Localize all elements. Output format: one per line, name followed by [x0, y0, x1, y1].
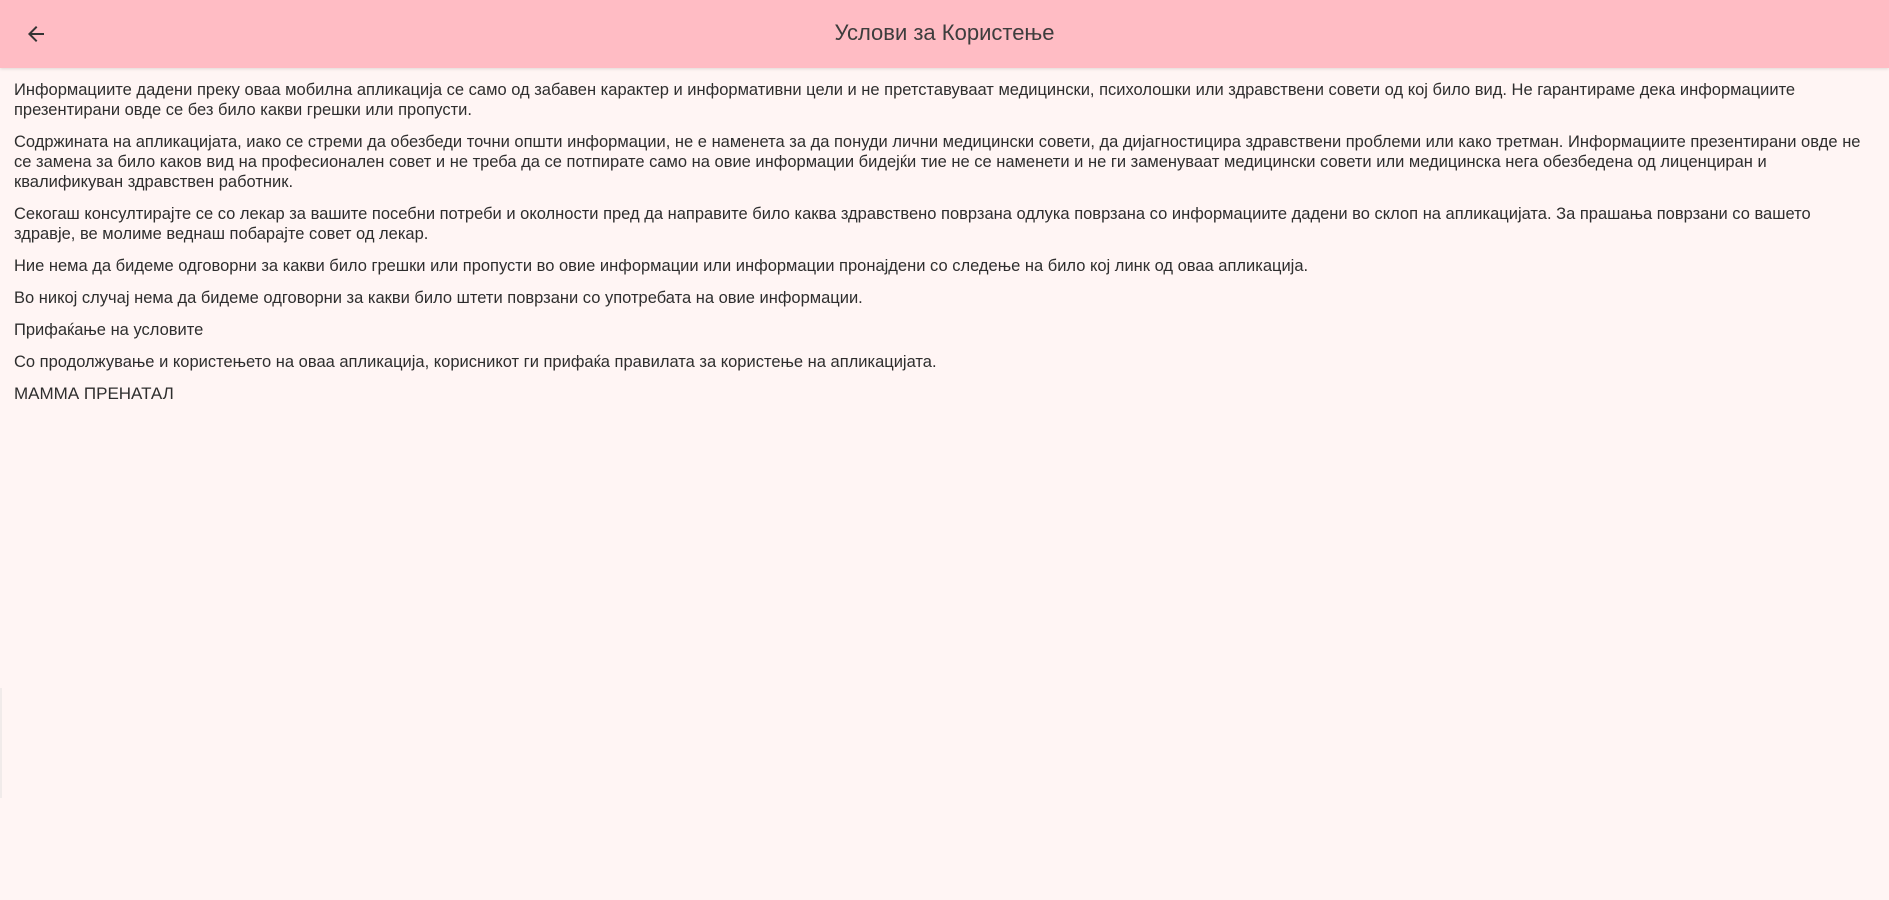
- app-bar: Услови за Користење: [0, 0, 1889, 68]
- terms-paragraph-damages-liability: Во никој случај нема да бидеме одговорни…: [14, 289, 863, 307]
- back-button[interactable]: [14, 12, 58, 56]
- terms-paragraph-info-purpose: Информациите дадени преку оваа мобилна а…: [14, 81, 1796, 119]
- terms-paragraph-not-medical-advice: Содржината на апликацијата, иако се стре…: [14, 133, 1861, 191]
- edge-divider: [0, 688, 2, 798]
- terms-paragraph-errors-liability: Ние нема да бидеме одговорни за какви би…: [14, 257, 1309, 275]
- terms-paragraph-consult-doctor: Секогаш консултирајте се со лекар за ваш…: [14, 205, 1811, 243]
- terms-content: Информациите дадени преку оваа мобилна а…: [14, 80, 1876, 416]
- app-brand-name: МАММА ПРЕНАТАЛ: [14, 384, 174, 403]
- terms-acceptance-heading: Прифаќање на условите: [14, 321, 204, 339]
- page-title: Услови за Користење: [834, 20, 1055, 45]
- terms-paragraph-acceptance: Со продолжување и користењето на оваа ап…: [14, 353, 937, 371]
- arrow-left-icon: [28, 26, 44, 42]
